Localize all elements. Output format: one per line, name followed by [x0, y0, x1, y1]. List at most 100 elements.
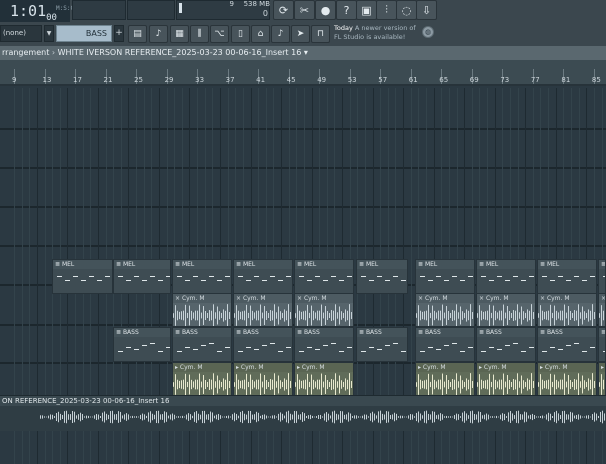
cym-audio-clip[interactable]: × Cym. M: [172, 293, 232, 327]
audio-clip-marker: M: [438, 364, 446, 371]
add-pattern-button[interactable]: +: [114, 25, 124, 42]
cym-audio-clip[interactable]: × Cym. M: [415, 293, 475, 327]
song-dropdown-icon[interactable]: ▾: [304, 48, 308, 57]
bass-pattern-clip[interactable]: ≣ BASS: [598, 327, 606, 362]
wave-bar: [236, 374, 237, 395]
mixer-icon[interactable]: ⫶: [376, 0, 397, 20]
wave-bar: [540, 416, 541, 418]
reference-audio-clip[interactable]: ON REFERENCE_2025-03-23 00-06-16_Insert …: [0, 395, 606, 431]
cart-icon[interactable]: ⊓: [311, 25, 330, 43]
bass-pattern-clip[interactable]: ≣ BASS: [294, 327, 354, 362]
bass-pattern-clip[interactable]: ≣ BASS: [476, 327, 536, 362]
globe-icon[interactable]: ◍: [422, 26, 434, 38]
cym-audio-clip[interactable]: × Cym. M: [476, 293, 536, 327]
pattern-icon: ≣: [540, 261, 547, 268]
cym-audio-clip[interactable]: × Cym. M: [537, 293, 597, 327]
wave-bar: [596, 376, 597, 393]
update-notice[interactable]: Today A newer version of FL Studio is av…: [334, 24, 420, 42]
cym-audio-clip[interactable]: ▸ Cym. M: [598, 362, 606, 396]
cym-audio-clip[interactable]: ▸ Cym. M: [537, 362, 597, 396]
cym-audio-clip[interactable]: × Cym. M: [598, 293, 606, 327]
wave-bar: [460, 375, 461, 394]
browser-icon[interactable]: ▯: [231, 25, 250, 43]
save-icon[interactable]: ▣: [356, 0, 377, 20]
wave-bar: [400, 415, 401, 419]
playlist-titlebar[interactable]: rrangement › WHITE IVERSON REFERENCE_202…: [0, 46, 606, 60]
pattern-name-field[interactable]: BASS: [56, 25, 112, 42]
bass-pattern-clip[interactable]: ≣ BASS: [537, 327, 597, 362]
playlist-icon[interactable]: ▤: [128, 25, 147, 43]
mel-pattern-clip[interactable]: ≣ MEL: [476, 259, 536, 294]
bass-pattern-clip[interactable]: ≣ BASS: [233, 327, 293, 362]
pattern-select[interactable]: (none): [0, 25, 42, 42]
wave-bar: [321, 373, 322, 395]
wave-bar: [191, 379, 192, 390]
wave-bar: [568, 375, 569, 394]
wave-bar: [489, 304, 490, 326]
wave-bar: [304, 413, 305, 421]
pattern-select-arrow[interactable]: ▼: [44, 25, 54, 42]
oscilloscope-panel: [127, 0, 175, 20]
wave-bar: [187, 381, 188, 388]
wave-bar: [354, 415, 355, 419]
channel-rack-icon[interactable]: ▦: [170, 25, 189, 43]
mel-pattern-clip[interactable]: ≣ MEL: [415, 259, 475, 294]
help-icon[interactable]: ?: [336, 0, 357, 20]
mel-pattern-clip[interactable]: ≣ MEL: [52, 259, 113, 294]
wave-bar: [434, 310, 435, 321]
wave-bar: [322, 416, 323, 418]
piano-roll-icon[interactable]: ♪: [149, 25, 168, 43]
wave-bar: [542, 379, 543, 390]
cym-audio-clip[interactable]: ▸ Cym. M: [233, 362, 293, 396]
cym-audio-clip[interactable]: × Cym. M: [233, 293, 293, 327]
wave-bar: [292, 414, 293, 420]
wave-bar: [242, 380, 243, 389]
wave-bar: [268, 416, 269, 418]
mel-pattern-clip[interactable]: ≣ MEL: [537, 259, 597, 294]
wave-bar: [450, 312, 451, 319]
mel-pattern-clip[interactable]: ≣ MEL: [294, 259, 354, 294]
cym-audio-clip[interactable]: ▸ Cym. M: [415, 362, 475, 396]
microphone-icon[interactable]: ●: [315, 0, 336, 20]
cym-audio-clip[interactable]: ▸ Cym. M: [172, 362, 232, 396]
mel-pattern-clip[interactable]: ≣ MEL: [113, 259, 171, 294]
ruler-bar-label: 73: [500, 76, 510, 84]
wave-bar: [299, 310, 300, 321]
chat-icon[interactable]: ◌: [396, 0, 417, 20]
wave-bar: [250, 305, 251, 326]
loop-record-icon[interactable]: ⟳: [273, 0, 294, 20]
mel-pattern-clip[interactable]: ≣ MEL: [172, 259, 232, 294]
wave-bar: [284, 378, 285, 391]
clip-label-text: MEL: [365, 261, 379, 268]
wave-bar: [280, 380, 281, 389]
note-mark: [97, 280, 102, 281]
timeline-ruler[interactable]: 9 13 17 21 25 29 33 37 41 45 49 53 57 61 65 69 73 77 81 85: [0, 60, 606, 86]
mixer-icon[interactable]: ⫼: [190, 25, 209, 43]
mel-pattern-clip[interactable]: ≣ MEL: [356, 259, 408, 294]
wave-bar: [550, 413, 551, 421]
sync-icon[interactable]: ➤: [291, 25, 310, 43]
plugin-picker-icon[interactable]: ⌥: [210, 25, 229, 43]
cym-audio-clip[interactable]: ▸ Cym. M: [476, 362, 536, 396]
template-icon[interactable]: ⌂: [251, 25, 270, 43]
cym-audio-clip[interactable]: × Cym. M: [294, 293, 354, 327]
wave-bar: [476, 414, 477, 420]
bass-pattern-clip[interactable]: ≣ BASS: [113, 327, 171, 362]
mel-pattern-clip[interactable]: ≣ MEL: [233, 259, 293, 294]
mel-pattern-clip[interactable]: ≣ MEL: [598, 259, 606, 294]
cym-audio-clip[interactable]: ▸ Cym. M: [294, 362, 354, 396]
wave-bar: [499, 379, 500, 390]
bass-pattern-clip[interactable]: ≣ BASS: [172, 327, 232, 362]
bass-pattern-clip[interactable]: ≣ BASS: [415, 327, 475, 362]
cut-icon[interactable]: ✂: [294, 0, 315, 20]
wave-bar: [552, 381, 553, 388]
time-display[interactable]: 1:0100 M:S:CS: [0, 0, 78, 23]
note-mark: [377, 349, 382, 350]
wave-bar: [432, 411, 433, 423]
wave-bar: [566, 414, 567, 420]
wave-bar: [258, 310, 259, 321]
download-icon[interactable]: ⇩: [416, 0, 437, 20]
bass-pattern-clip[interactable]: ≣ BASS: [356, 327, 408, 362]
hint-icon[interactable]: ♪: [271, 25, 290, 43]
wave-bar: [213, 373, 214, 395]
